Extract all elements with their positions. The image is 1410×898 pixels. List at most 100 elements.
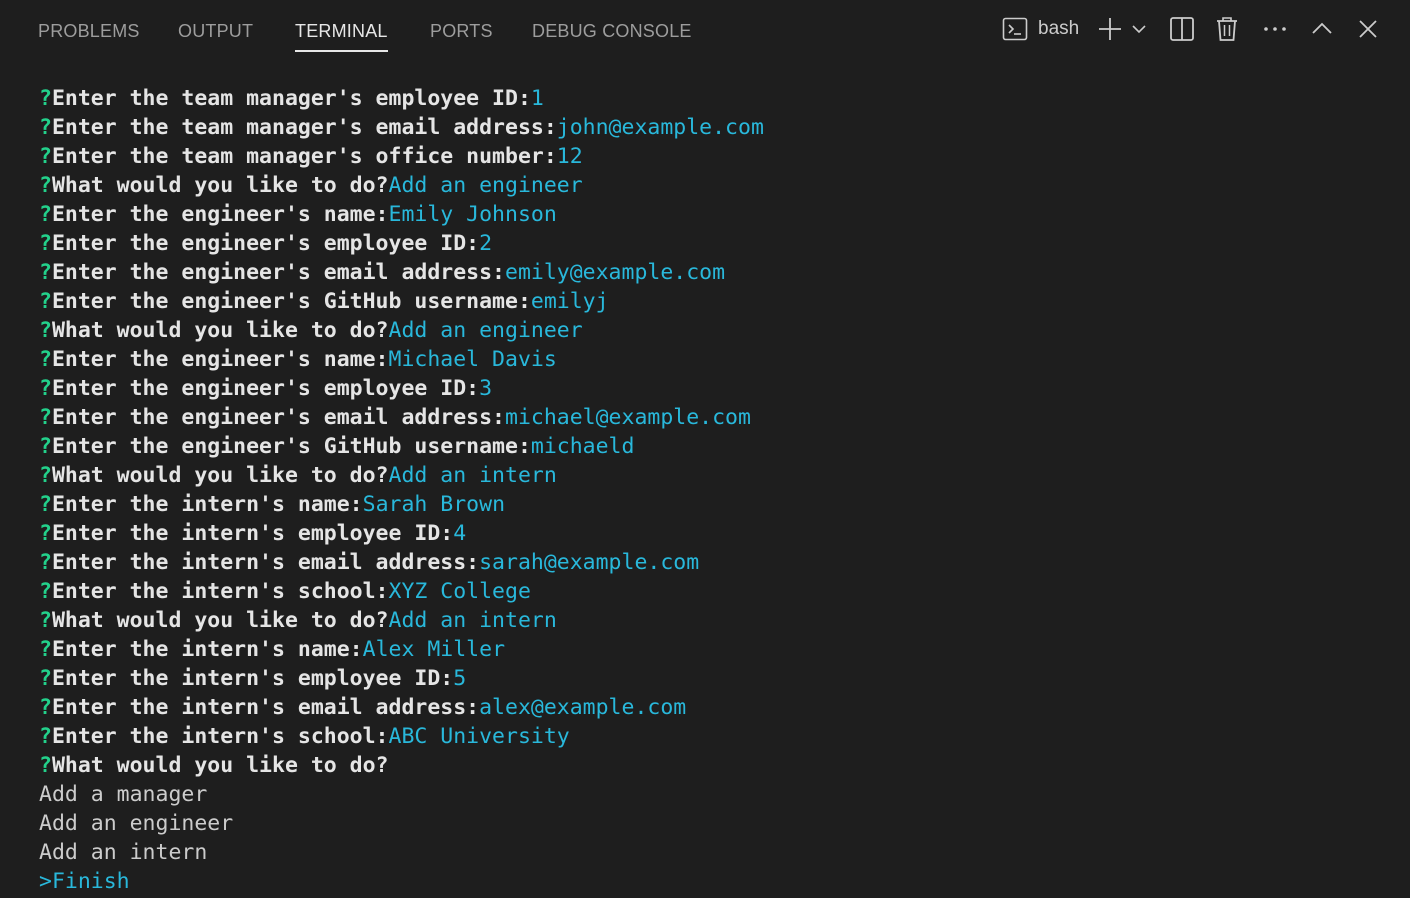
answer-text: alex@example.com: [479, 695, 687, 720]
question-mark: ?: [39, 405, 52, 430]
menu-choice[interactable]: Add an intern: [39, 838, 1399, 867]
answer-text: michael@example.com: [505, 405, 751, 430]
question-mark: ?: [39, 579, 52, 604]
prompt-text: Enter the intern's school:: [51, 579, 389, 604]
question-mark: ?: [39, 550, 52, 575]
answer-text: Add an engineer: [388, 173, 583, 198]
prompt-text: Enter the engineer's name:: [51, 202, 389, 227]
terminal-line: ? Enter the intern's email address: sara…: [39, 548, 1399, 577]
choice-label: Add a manager: [39, 782, 208, 807]
answer-text: XYZ College: [388, 579, 531, 604]
prompt-text: Enter the intern's name:: [51, 492, 363, 517]
terminal-name: bash: [1038, 18, 1080, 39]
terminal-dropdown-button[interactable]: [1130, 12, 1148, 46]
question-mark: ?: [39, 202, 52, 227]
terminal-line: ? Enter the engineer's employee ID: 3: [39, 374, 1399, 403]
question-mark: ?: [39, 521, 52, 546]
answer-text: Sarah Brown: [362, 492, 506, 517]
prompt-text: What would you like to do?: [51, 318, 389, 343]
answer-text: 3: [479, 376, 493, 401]
maximize-panel-button[interactable]: [1310, 12, 1334, 46]
terminal-line: ? Enter the intern's school: XYZ College: [39, 577, 1399, 606]
question-mark: ?: [39, 86, 52, 111]
answer-text: Add an intern: [388, 608, 557, 633]
terminal-line: ? Enter the intern's name: Sarah Brown: [39, 490, 1399, 519]
question-mark: ?: [39, 753, 52, 778]
answer-text: Add an intern: [388, 463, 557, 488]
answer-text: Alex Miller: [362, 637, 506, 662]
terminal-line: ? What would you like to do? Add an inte…: [39, 461, 1399, 490]
answer-text: 2: [479, 231, 493, 256]
terminal-line: ? Enter the engineer's name: Emily Johns…: [39, 200, 1399, 229]
question-mark: ?: [39, 492, 52, 517]
answer-text: 12: [556, 144, 583, 169]
more-actions-button[interactable]: [1262, 12, 1288, 46]
question-mark: ?: [39, 144, 52, 169]
answer-text: ABC University: [388, 724, 570, 749]
terminal-line: ? Enter the engineer's email address: em…: [39, 258, 1399, 287]
answer-text: michaeld: [530, 434, 635, 459]
question-mark: ?: [39, 608, 52, 633]
prompt-text: Enter the engineer's email address:: [51, 260, 505, 285]
terminal-line: ? Enter the engineer's employee ID: 2: [39, 229, 1399, 258]
prompt-text: Enter the intern's employee ID:: [51, 666, 454, 691]
close-panel-button[interactable]: [1357, 12, 1379, 46]
terminal-line: ? Enter the team manager's email address…: [39, 113, 1399, 142]
panel-actions: bash: [0, 0, 1410, 62]
prompt-text: Enter the intern's email address:: [51, 695, 480, 720]
terminal-line: ? Enter the intern's school: ABC Univers…: [39, 722, 1399, 751]
prompt-text: Enter the intern's name:: [51, 637, 363, 662]
answer-text: Add an engineer: [388, 318, 583, 343]
prompt-text: Enter the team manager's office number:: [51, 144, 557, 169]
menu-choice[interactable]: Add an engineer: [39, 809, 1399, 838]
prompt-text: What would you like to do?: [51, 463, 389, 488]
question-mark: ?: [39, 115, 52, 140]
panel-header: PROBLEMS OUTPUT TERMINAL PORTS DEBUG CON…: [0, 0, 1410, 62]
question-mark: ?: [39, 695, 52, 720]
choice-label: Add an intern: [39, 840, 208, 865]
question-mark: ?: [39, 666, 52, 691]
new-terminal-button[interactable]: [1097, 12, 1123, 46]
choice-label: Add an engineer: [39, 811, 234, 836]
close-icon: [1357, 18, 1379, 40]
trash-icon: [1214, 15, 1240, 43]
terminal-output[interactable]: ? Enter the team manager's employee ID: …: [39, 84, 1399, 898]
menu-choice-selected[interactable]: > Finish: [39, 867, 1399, 896]
prompt-text: Enter the intern's email address:: [51, 550, 480, 575]
menu-choice[interactable]: Add a manager: [39, 780, 1399, 809]
answer-text: Emily Johnson: [388, 202, 557, 227]
terminal-line-current-prompt: ? What would you like to do?: [39, 751, 1399, 780]
terminal-line: ? Enter the engineer's email address: mi…: [39, 403, 1399, 432]
answer-text: Michael Davis: [388, 347, 557, 372]
question-mark: ?: [39, 434, 52, 459]
terminal-line: ? What would you like to do? Add an engi…: [39, 171, 1399, 200]
terminal-line: ? Enter the intern's employee ID: 5: [39, 664, 1399, 693]
terminal-line: ? What would you like to do? Add an inte…: [39, 606, 1399, 635]
prompt-text: Enter the engineer's GitHub username:: [51, 289, 531, 314]
terminal-line: ? Enter the engineer's name: Michael Dav…: [39, 345, 1399, 374]
prompt-text: Enter the intern's school:: [51, 724, 389, 749]
split-icon: [1168, 15, 1196, 43]
question-mark: ?: [39, 173, 52, 198]
pointer-icon: >: [39, 869, 52, 894]
terminal-line: ? Enter the engineer's GitHub username: …: [39, 432, 1399, 461]
question-mark: ?: [39, 724, 52, 749]
terminal-selector[interactable]: bash: [1002, 12, 1079, 46]
prompt-text: What would you like to do?: [51, 608, 389, 633]
terminal-line: ? Enter the intern's employee ID: 4: [39, 519, 1399, 548]
terminal-line: ? Enter the team manager's employee ID: …: [39, 84, 1399, 113]
kill-terminal-button[interactable]: [1214, 12, 1240, 46]
prompt-text: Enter the engineer's employee ID:: [51, 231, 480, 256]
prompt-text: Enter the engineer's name:: [51, 347, 389, 372]
answer-text: 1: [530, 86, 544, 111]
terminal-line: ? Enter the team manager's office number…: [39, 142, 1399, 171]
chevron-down-icon: [1130, 20, 1148, 38]
split-terminal-button[interactable]: [1168, 12, 1196, 46]
question-mark: ?: [39, 463, 52, 488]
prompt-text: What would you like to do?: [51, 753, 389, 778]
answer-text: 5: [453, 666, 467, 691]
question-mark: ?: [39, 260, 52, 285]
more-icon: [1262, 16, 1288, 42]
terminal-line: ? Enter the engineer's GitHub username: …: [39, 287, 1399, 316]
prompt-text: What would you like to do?: [51, 173, 389, 198]
